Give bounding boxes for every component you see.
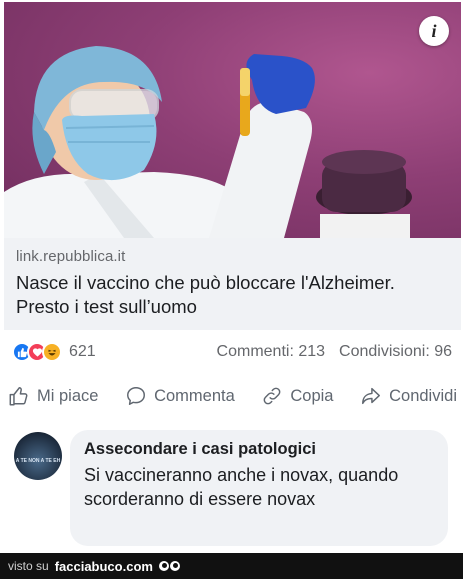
- link-domain: link.repubblica.it: [16, 248, 126, 265]
- article-image[interactable]: i: [4, 2, 461, 238]
- comment-icon: [127, 387, 146, 405]
- reaction-count[interactable]: 621: [69, 343, 96, 361]
- reactions-bar: 621 Commenti: 213 Condivisioni: 96: [12, 340, 452, 364]
- comments-count[interactable]: Commenti: 213: [217, 343, 326, 361]
- brand-text: facciabuco.com: [54, 558, 153, 574]
- comment-text: Si vaccineranno anche i novax, quando sc…: [84, 465, 399, 509]
- comment-author[interactable]: Assecondare i casi patologici: [84, 440, 434, 459]
- comment-bubble: Assecondare i casi patologici Si vaccine…: [70, 430, 448, 546]
- link-preview[interactable]: link.repubblica.it Nasce il vaccino che …: [4, 238, 461, 330]
- shares-count[interactable]: Condivisioni: 96: [339, 343, 452, 361]
- avatar[interactable]: A TE NON A TE EH: [14, 432, 62, 480]
- comment-label: Commenta: [154, 386, 235, 405]
- copy-label: Copia: [290, 386, 334, 405]
- haha-icon: [42, 342, 62, 362]
- info-glyph: i: [431, 20, 437, 41]
- action-bar: Mi piace Commenta Copia Condividi: [4, 380, 461, 412]
- share-icon: [362, 387, 381, 405]
- comment-button[interactable]: Commenta: [125, 385, 235, 407]
- share-label: Condividi: [389, 386, 457, 405]
- copy-button[interactable]: Copia: [261, 385, 334, 407]
- link-icon: [263, 387, 281, 405]
- like-button[interactable]: Mi piace: [8, 385, 98, 407]
- info-icon[interactable]: i: [419, 16, 449, 46]
- link-headline[interactable]: Nasce il vaccino che può bloccare l'Alzh…: [16, 271, 449, 319]
- engagement-counts: Commenti: 213 Condivisioni: 96: [217, 343, 452, 361]
- thumbs-up-icon: [9, 387, 28, 406]
- facebook-post: i link.repubblica.it Nasce il vaccino ch…: [0, 0, 463, 579]
- share-button[interactable]: Condividi: [360, 385, 457, 407]
- reaction-icons[interactable]: [12, 342, 62, 362]
- avatar-text: A TE NON A TE EH: [15, 458, 61, 464]
- watermark-bar: visto su facciabuco.com: [0, 553, 463, 579]
- seen-on-text: visto su: [8, 559, 49, 573]
- eyes-logo-icon: [158, 561, 180, 571]
- scientist-illustration: [4, 46, 412, 238]
- like-label: Mi piace: [37, 386, 99, 405]
